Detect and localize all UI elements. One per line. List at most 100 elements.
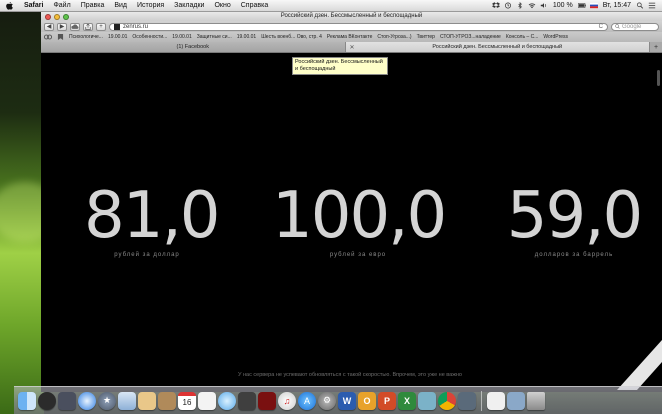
excel-icon[interactable]: X	[398, 391, 416, 410]
tab-zenrus[interactable]: ✕ Российский дзен. Бессмысленный и беспо…	[345, 42, 650, 52]
bookmark-item[interactable]: 19.00.01	[108, 34, 127, 40]
finder-icon[interactable]	[18, 391, 36, 410]
bookmark-item[interactable]: Реклама ВКонтакте	[327, 34, 373, 40]
mail-icon[interactable]	[118, 391, 136, 410]
tab-facebook[interactable]: (1) Facebook	[41, 42, 346, 52]
bookmark-item[interactable]: Особенности...	[132, 34, 167, 40]
preferences-icon[interactable]: ⚙	[318, 391, 336, 410]
menu-history[interactable]: История	[132, 2, 169, 9]
volume-icon[interactable]	[540, 2, 548, 9]
chrome-icon[interactable]	[438, 391, 456, 410]
bookmark-item[interactable]: Консоль – С...	[506, 34, 539, 40]
close-window-button[interactable]	[45, 13, 51, 20]
dashboard-icon[interactable]	[38, 391, 56, 410]
bookmark-item[interactable]: Защитные си...	[197, 34, 232, 40]
safari-icon[interactable]	[78, 391, 96, 410]
reload-button[interactable]: C	[599, 24, 603, 30]
calendar-day: 16	[182, 398, 192, 407]
bookmark-item[interactable]: Стоп-Угроза...)	[377, 34, 411, 40]
search-placeholder: Google	[622, 23, 642, 30]
bookmark-item[interactable]: Шесть военб... Ово, стр. 4	[261, 34, 322, 40]
menu-edit[interactable]: Правка	[76, 2, 110, 9]
menu-view[interactable]: Вид	[109, 2, 132, 9]
desktop-wallpaper	[0, 12, 60, 414]
close-tab-icon[interactable]: ✕	[350, 44, 355, 51]
share-button[interactable]	[83, 22, 93, 31]
network-icon[interactable]	[458, 391, 476, 410]
facetime-icon[interactable]	[238, 391, 256, 410]
menu-bookmarks[interactable]: Закладки	[169, 2, 209, 9]
documents-icon[interactable]	[487, 391, 505, 410]
trash-icon[interactable]	[527, 391, 545, 410]
oil-price: 59,0 долларов за баррель	[504, 184, 644, 258]
corner-stripe-decoration	[617, 340, 662, 390]
dock: ★ 16 ♫ A ⚙ W O P X	[14, 386, 662, 414]
bookmark-item[interactable]: 19.00.01	[172, 34, 191, 40]
eur-rate: 100,0 рублей за евро	[272, 179, 447, 258]
forward-button[interactable]: ▶	[57, 22, 67, 31]
spotlight-search-icon[interactable]	[636, 2, 644, 9]
window-titlebar: Российский дзен. Бессмысленный и беспоща…	[41, 12, 662, 21]
outlook-icon[interactable]: O	[358, 391, 376, 410]
apple-icon[interactable]	[6, 1, 13, 10]
zoom-window-button[interactable]	[63, 13, 69, 20]
back-button[interactable]: ◀	[44, 22, 54, 31]
bluetooth-icon[interactable]	[516, 2, 524, 9]
photo-booth-icon[interactable]	[258, 391, 276, 410]
app-store-icon[interactable]: A	[298, 391, 316, 410]
contacts-icon[interactable]	[158, 391, 176, 410]
menu-file[interactable]: Файл	[48, 2, 75, 9]
eur-rate-value: 100,0	[272, 179, 447, 253]
notification-center-icon[interactable]	[648, 2, 656, 9]
add-tab-button[interactable]: +	[96, 22, 106, 31]
battery-percent[interactable]: 100 %	[550, 2, 576, 9]
cloud-icon	[71, 24, 79, 29]
search-field[interactable]: Google	[611, 22, 659, 31]
powerpoint-icon[interactable]: P	[378, 391, 396, 410]
wifi-icon[interactable]	[528, 2, 536, 9]
new-tab-button[interactable]: +	[650, 42, 662, 52]
messages-icon[interactable]	[218, 391, 236, 410]
reading-list-icon[interactable]	[44, 34, 52, 40]
calendar-icon[interactable]: 16	[178, 391, 196, 410]
menu-app-safari[interactable]: Safari	[19, 2, 48, 9]
notes-icon[interactable]	[138, 391, 156, 410]
tab-label: (1) Facebook	[176, 44, 209, 50]
oil-price-value: 59,0	[506, 179, 644, 253]
search-icon	[615, 24, 620, 29]
usd-rate-value: 81,0	[84, 179, 221, 253]
russian-flag-icon[interactable]	[589, 2, 598, 9]
bookmark-item[interactable]: WordPress	[543, 34, 568, 40]
bookmark-item[interactable]: 19.00.01	[237, 34, 256, 40]
word-icon[interactable]: W	[338, 391, 356, 410]
menu-window[interactable]: Окно	[209, 2, 235, 9]
battery-icon[interactable]	[577, 2, 586, 9]
bookmarks-bar: Психологиче... 19.00.01 Особенности... 1…	[41, 32, 662, 42]
bookmark-item[interactable]: Психологиче...	[69, 34, 103, 40]
page-scrollbar[interactable]	[657, 70, 660, 86]
window-controls	[45, 13, 69, 20]
calculator-icon[interactable]	[418, 391, 436, 410]
show-bookmarks-icon[interactable]	[57, 34, 64, 40]
folder-icon[interactable]	[507, 391, 525, 410]
dock-separator	[481, 390, 482, 411]
footer-note: У нас сервера не успевают обновляться с …	[238, 372, 462, 378]
icloud-tabs-button[interactable]	[70, 22, 80, 31]
tab-label: Российский дзен. Бессмысленный и беспоща…	[432, 44, 563, 50]
mission-control-icon[interactable]	[58, 391, 76, 410]
bookmark-item[interactable]: СТОП-УГРОЗ...наладение	[440, 34, 501, 40]
tab-tooltip: Российский дзен. Бессмысленный и беспоща…	[292, 57, 388, 75]
minimize-window-button[interactable]	[54, 13, 60, 20]
launchpad-icon[interactable]: ★	[98, 391, 116, 410]
address-bar-url: zenrus.ru	[123, 23, 149, 30]
menu-help[interactable]: Справка	[236, 2, 273, 9]
itunes-icon[interactable]: ♫	[278, 391, 296, 410]
menubar-clock[interactable]: Вт, 15:47	[600, 2, 634, 9]
reminders-icon[interactable]	[198, 391, 216, 410]
menubar-status-area: 100 % Вт, 15:47	[490, 2, 662, 9]
time-machine-icon[interactable]	[504, 2, 512, 9]
address-bar[interactable]: zenrus.ru C	[109, 22, 608, 31]
bookmark-item[interactable]: Твиттер	[417, 34, 435, 40]
dropbox-icon[interactable]	[491, 2, 500, 9]
window-title: Российский дзен. Бессмысленный и беспоща…	[280, 13, 423, 19]
